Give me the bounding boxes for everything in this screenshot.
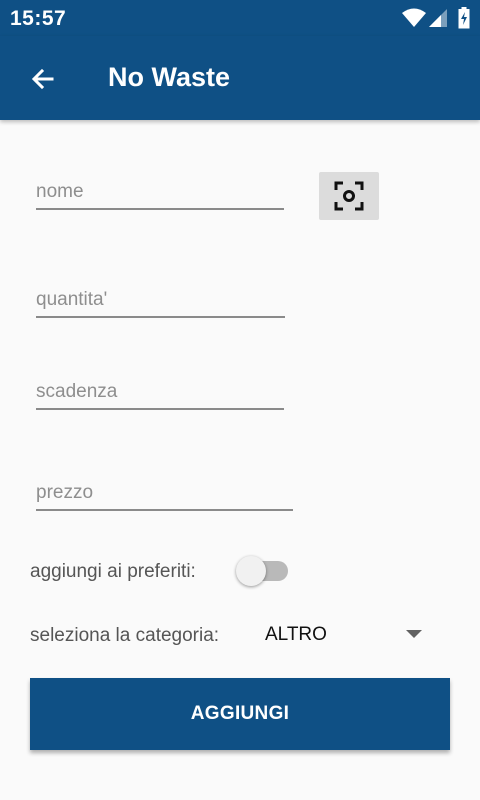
category-select[interactable]: ALTRO (250, 614, 430, 656)
favorites-switch[interactable] (236, 556, 288, 586)
signal-icon (429, 9, 447, 27)
switch-thumb (236, 556, 266, 586)
category-selected-value: ALTRO (265, 624, 327, 645)
name-field (36, 170, 284, 210)
price-input[interactable] (36, 471, 293, 509)
name-input[interactable] (36, 170, 284, 208)
expiry-field (36, 370, 284, 410)
price-field (36, 471, 293, 511)
quantity-input[interactable] (36, 278, 285, 316)
arrow-back-icon[interactable] (24, 62, 60, 98)
category-label: seleziona la categoria: (30, 625, 220, 646)
quantity-field (36, 278, 285, 318)
wifi-icon (402, 8, 426, 27)
app-bar: No Waste (0, 36, 480, 120)
expiry-input[interactable] (36, 370, 284, 408)
battery-charging-icon (458, 7, 470, 29)
page-title: No Waste (108, 62, 231, 92)
status-time: 15:57 (10, 7, 67, 30)
scan-button[interactable] (319, 172, 379, 220)
add-button[interactable]: AGGIUNGI (30, 678, 450, 750)
barcode-scan-icon (334, 181, 364, 211)
favorites-label: aggiungi ai preferiti: (30, 561, 196, 582)
dropdown-arrow-icon (406, 630, 422, 638)
status-bar: 15:57 (0, 0, 480, 36)
